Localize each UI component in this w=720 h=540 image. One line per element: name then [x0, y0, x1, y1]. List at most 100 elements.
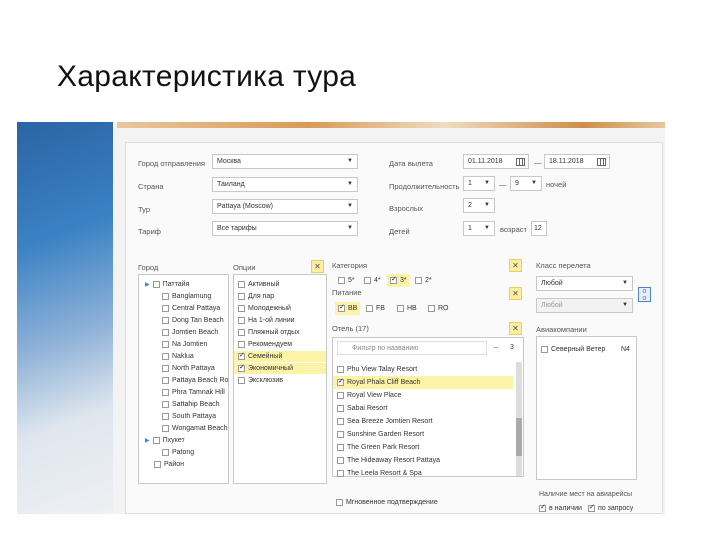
checkbox[interactable]	[152, 436, 160, 444]
checkbox-checked[interactable]	[337, 377, 344, 386]
checkbox[interactable]	[336, 498, 343, 506]
meal-bb[interactable]: BB	[335, 302, 361, 315]
city-item[interactable]: Naklua	[162, 352, 194, 361]
city-item[interactable]: Central Pattaya	[162, 304, 220, 313]
checkbox[interactable]	[364, 276, 371, 284]
checkbox[interactable]	[337, 404, 344, 412]
seats-available[interactable]: в наличии	[539, 503, 582, 513]
checkbox[interactable]	[238, 376, 245, 384]
date-to-input[interactable]: 18.11.2018	[544, 154, 610, 169]
hotel-item[interactable]: Sea Breeze Jomtien Resort	[337, 417, 433, 426]
child-age-input[interactable]: 12	[531, 221, 547, 236]
checkbox[interactable]	[338, 276, 345, 284]
hotel-item[interactable]: The Leela Resort & Spa	[337, 469, 422, 478]
hotel-item[interactable]: Sabai Resort	[337, 404, 387, 413]
checkbox[interactable]	[337, 417, 344, 425]
city-item[interactable]: Pattaya Beach Ro	[162, 376, 228, 385]
checkbox[interactable]	[162, 304, 169, 312]
checkbox[interactable]	[162, 340, 169, 348]
checkbox[interactable]	[162, 376, 169, 384]
checkbox[interactable]	[162, 412, 169, 420]
checkbox[interactable]	[154, 460, 161, 468]
city-item[interactable]: North Pattaya	[162, 364, 215, 373]
hotel-item[interactable]: Sunshine Garden Resort	[337, 430, 424, 439]
checkbox[interactable]	[238, 316, 245, 324]
hotel-item[interactable]: The Hideaway Resort Pattaya	[337, 456, 440, 465]
duration-from-select[interactable]: 1 ▼	[463, 176, 495, 191]
checkbox[interactable]	[541, 345, 548, 353]
checkbox[interactable]	[162, 400, 169, 408]
link-icon[interactable]: oo	[638, 287, 651, 302]
date-from-input[interactable]: 01.11.2018	[463, 154, 529, 169]
tour-select[interactable]: Pattaya (Moscow) ▼	[212, 199, 358, 214]
city-item[interactable]: Patong	[162, 448, 194, 457]
checkbox[interactable]	[337, 456, 344, 464]
city-item[interactable]: Dong Tan Beach	[162, 316, 224, 325]
hotels-clear-button[interactable]: ✕	[509, 322, 522, 335]
city-item[interactable]: South Pattaya	[162, 412, 216, 421]
option-item[interactable]: Эксклюзив	[238, 376, 283, 385]
checkbox[interactable]	[337, 469, 344, 477]
checkbox-checked[interactable]	[238, 363, 245, 372]
flight-class-select[interactable]: Любой ▼	[536, 276, 633, 291]
country-select[interactable]: Таиланд ▼	[212, 177, 358, 192]
checkbox-checked[interactable]	[539, 503, 546, 512]
calendar-icon[interactable]	[597, 158, 606, 166]
meal-ro[interactable]: RO	[428, 304, 449, 313]
option-item[interactable]: Рекомендуем	[238, 340, 292, 349]
meal-hb[interactable]: HB	[397, 304, 417, 313]
departure-city-select[interactable]: Москва ▼	[212, 154, 358, 169]
checkbox[interactable]	[162, 448, 169, 456]
meal-clear-button[interactable]: ✕	[509, 287, 522, 300]
tariff-select[interactable]: Все тарифы ▼	[212, 221, 358, 236]
checkbox-checked[interactable]	[238, 351, 245, 360]
checkbox[interactable]	[337, 430, 344, 438]
checkbox[interactable]	[162, 328, 169, 336]
district-item[interactable]: Район	[154, 460, 184, 469]
checkbox[interactable]	[162, 352, 169, 360]
hotels-scrollbar[interactable]	[516, 362, 522, 476]
option-item[interactable]: Для пар	[238, 292, 274, 301]
checkbox[interactable]	[152, 280, 160, 288]
city-item[interactable]: Jomtien Beach	[162, 328, 218, 337]
children-select[interactable]: 1 ▼	[463, 221, 495, 236]
category-3-star[interactable]: 3*	[387, 274, 410, 287]
checkbox-checked[interactable]	[338, 303, 345, 312]
flight-class-return-select[interactable]: Любой ▼	[536, 298, 633, 313]
checkbox-checked[interactable]	[390, 275, 397, 284]
hotel-item[interactable]: Royal Phala Cliff Beach	[333, 376, 513, 389]
seats-on-request[interactable]: по запросу	[588, 503, 633, 513]
meal-fb[interactable]: FB	[366, 304, 385, 313]
checkbox[interactable]	[238, 292, 245, 300]
option-item[interactable]: Активный	[238, 280, 279, 289]
instant-confirmation[interactable]: Мгновенное подтверждение	[336, 498, 438, 507]
checkbox[interactable]	[415, 276, 422, 284]
option-item[interactable]: Молодежный	[238, 304, 291, 313]
checkbox[interactable]	[162, 388, 169, 396]
select-all-icon[interactable]: ⌣	[493, 343, 499, 352]
hotel-item[interactable]: Phu View Talay Resort	[337, 365, 417, 374]
chevron-right-icon[interactable]: ▶	[145, 438, 150, 444]
hotel-filter-input[interactable]: Фильтр по названию	[337, 341, 487, 355]
duration-to-select[interactable]: 9 ▼	[510, 176, 542, 191]
city-group-pattaya[interactable]: ▶ Паттайя	[145, 280, 189, 290]
category-5-star[interactable]: 5*	[338, 276, 355, 285]
checkbox[interactable]	[162, 364, 169, 372]
checkbox[interactable]	[337, 391, 344, 399]
checkbox[interactable]	[162, 316, 169, 324]
checkbox[interactable]	[428, 304, 435, 312]
option-item[interactable]: Пляжный отдых	[238, 328, 300, 337]
city-item[interactable]: Sattahip Beach	[162, 400, 219, 409]
airline-item[interactable]: Северный Ветер	[541, 345, 605, 354]
checkbox[interactable]	[238, 328, 245, 336]
hotel-item[interactable]: Royal View Place	[337, 391, 401, 400]
city-item[interactable]: Na Jomtien	[162, 340, 207, 349]
calendar-icon[interactable]	[516, 158, 525, 166]
checkbox[interactable]	[238, 280, 245, 288]
category-4-star[interactable]: 4*	[364, 276, 381, 285]
checkbox[interactable]	[238, 304, 245, 312]
checkbox[interactable]	[162, 292, 169, 300]
option-item[interactable]: Экономичный	[234, 363, 326, 374]
checkbox[interactable]	[397, 304, 404, 312]
checkbox-checked[interactable]	[588, 503, 595, 512]
